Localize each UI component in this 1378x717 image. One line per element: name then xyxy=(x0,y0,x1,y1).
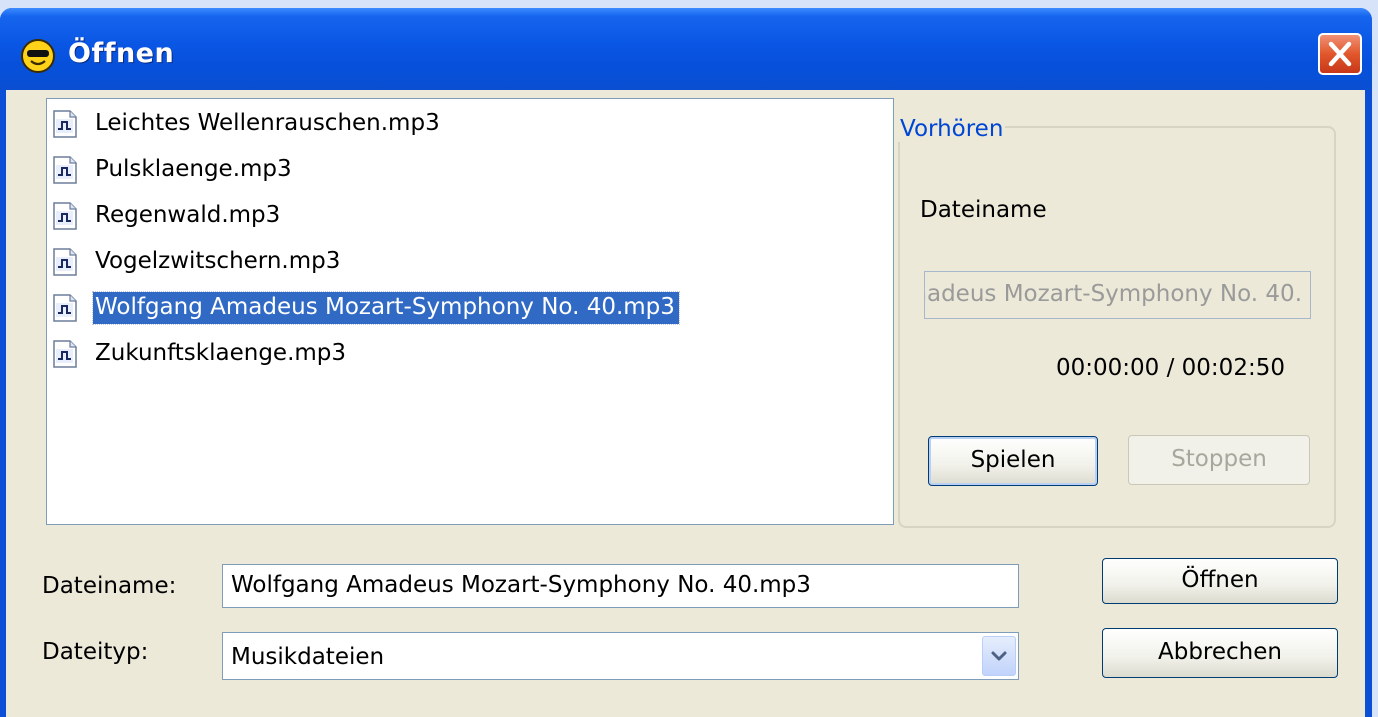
open-dialog-window: Öffnen Leichtes Wellenrauschen.mp3 Pulskl… xyxy=(0,8,1372,717)
filename-input[interactable]: Wolfgang Amadeus Mozart-Symphony No. 40.… xyxy=(222,564,1019,608)
file-list[interactable]: Leichtes Wellenrauschen.mp3 Pulsklaenge.m… xyxy=(46,98,894,525)
audio-file-icon xyxy=(53,202,77,230)
filetype-dropdown-button[interactable] xyxy=(982,636,1016,676)
file-list-item-label: Wolfgang Amadeus Mozart-Symphony No. 40.… xyxy=(92,291,680,325)
dialog-body: Leichtes Wellenrauschen.mp3 Pulsklaenge.m… xyxy=(6,90,1365,717)
close-button[interactable] xyxy=(1318,33,1362,75)
audio-file-icon xyxy=(53,294,77,322)
preview-group-title: Vorhören xyxy=(898,116,1006,142)
filetype-label: Dateityp: xyxy=(42,639,149,665)
file-list-item[interactable]: Pulsklaenge.mp3 xyxy=(53,150,296,190)
stop-button[interactable]: Stoppen xyxy=(1128,435,1310,485)
play-button[interactable]: Spielen xyxy=(928,436,1098,486)
file-list-item-label: Vogelzwitschern.mp3 xyxy=(95,248,341,274)
file-list-item[interactable]: Vogelzwitschern.mp3 xyxy=(53,242,344,282)
file-list-item[interactable]: Leichtes Wellenrauschen.mp3 xyxy=(53,104,444,144)
title-bar[interactable]: Öffnen xyxy=(0,8,1372,90)
audio-file-icon xyxy=(53,340,77,368)
file-list-item[interactable]: Regenwald.mp3 xyxy=(53,196,284,236)
file-list-item[interactable]: Wolfgang Amadeus Mozart-Symphony No. 40.… xyxy=(53,288,680,328)
open-button[interactable]: Öffnen xyxy=(1102,558,1338,604)
close-icon xyxy=(1328,41,1352,67)
filename-label: Dateiname: xyxy=(42,573,177,599)
smiley-sunglasses-icon xyxy=(21,39,55,73)
file-list-item-label: Zukunftsklaenge.mp3 xyxy=(95,340,347,366)
chevron-down-icon xyxy=(991,651,1007,661)
audio-file-icon xyxy=(53,248,77,276)
cancel-button[interactable]: Abbrechen xyxy=(1102,628,1338,678)
file-list-item-label: Leichtes Wellenrauschen.mp3 xyxy=(95,110,440,136)
audio-file-icon xyxy=(53,110,77,138)
file-list-item-label: Regenwald.mp3 xyxy=(95,202,281,228)
file-list-item-label: Pulsklaenge.mp3 xyxy=(95,156,292,182)
audio-file-icon xyxy=(53,156,77,184)
preview-filename-field: Wolfgang Amadeus Mozart-Symphony No. 40. xyxy=(924,271,1311,319)
filetype-select[interactable]: Musikdateien xyxy=(222,632,1019,680)
preview-time: 00:00:00 / 00:02:50 xyxy=(1056,355,1285,381)
file-list-item[interactable]: Zukunftsklaenge.mp3 xyxy=(53,334,350,374)
preview-filename-label: Dateiname xyxy=(920,197,1047,223)
window-title: Öffnen xyxy=(68,38,175,69)
filetype-value: Musikdateien xyxy=(231,644,385,670)
